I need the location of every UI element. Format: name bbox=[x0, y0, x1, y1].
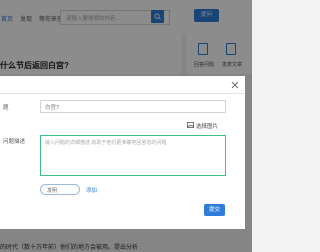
question-description-field[interactable]: 输入问题的详细描述,有助于他们更准确地回答您的问题 bbox=[40, 135, 226, 176]
description-label: 问题描述 bbox=[3, 139, 26, 145]
dialog-header bbox=[0, 76, 245, 94]
close-icon[interactable] bbox=[231, 81, 239, 89]
question-title-input[interactable] bbox=[41, 101, 225, 112]
add-tag-link[interactable]: 添加 bbox=[86, 186, 97, 194]
description-placeholder: 输入问题的详细描述,有助于他们更准确地回答您的问题 bbox=[45, 140, 167, 146]
title-label: 题 bbox=[3, 105, 9, 111]
select-image-label: 选择图片 bbox=[196, 124, 219, 130]
image-icon bbox=[187, 122, 194, 128]
question-title-field[interactable] bbox=[40, 100, 226, 113]
ask-question-dialog: 题 选择图片 问题描述 输入问题的详细描述,有助于他们更准确地回答您的问题 发明… bbox=[0, 76, 245, 229]
tag-value: 发明 bbox=[47, 188, 58, 194]
submit-button[interactable]: 提交 bbox=[204, 204, 225, 216]
tag-input[interactable]: 发明 bbox=[40, 184, 80, 195]
